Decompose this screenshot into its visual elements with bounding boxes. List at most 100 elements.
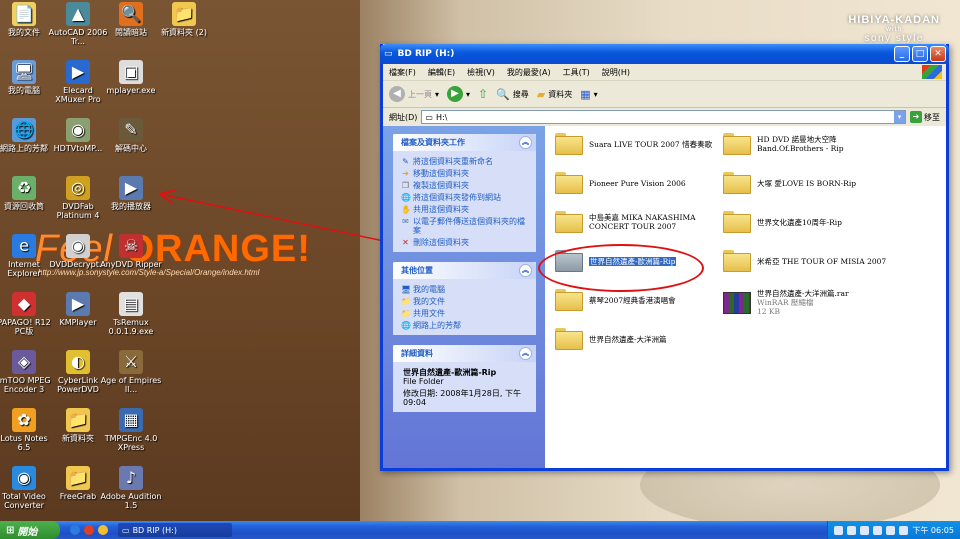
folder-icon: 📁 bbox=[172, 2, 196, 26]
audition-icon: ♪ bbox=[119, 466, 143, 490]
go-button[interactable]: ➔ 移至 bbox=[910, 111, 946, 123]
details-panel: 詳細資料 ︽ 世界自然遺產-歐洲篇-Rip File Folder 修改日期: 2… bbox=[393, 345, 536, 412]
desktop-icon[interactable]: ⚔ Age of Empires II... bbox=[100, 350, 162, 394]
details-name: 世界自然遺產-歐洲篇-Rip bbox=[403, 368, 497, 377]
ie-quicklaunch-icon[interactable] bbox=[70, 525, 80, 535]
views-button[interactable]: ▦ ▾ bbox=[580, 88, 597, 101]
desktop-icon-label: 我的電腦 bbox=[8, 86, 40, 95]
desktop-icon[interactable]: ▣ mplayer.exe bbox=[100, 60, 162, 95]
file-item[interactable]: 蔡琴2007經典香港演唱會 bbox=[555, 289, 729, 311]
app-quicklaunch-icon[interactable] bbox=[98, 525, 108, 535]
folders-label: 資料夾 bbox=[548, 89, 573, 99]
address-dropdown[interactable]: ▾ bbox=[894, 111, 905, 123]
title-bar[interactable]: ▭ BD RIP (H:) _ □ ✕ bbox=[380, 44, 949, 64]
file-item[interactable]: Suara LIVE TOUR 2007 惜春奏歌 bbox=[555, 133, 729, 155]
place-link-label: 共用文件 bbox=[413, 309, 445, 318]
toolbar: ◀ 上一頁 ▾ ▶ ▾ ⇧ 🔍 搜尋 ▰ 資料夾 ▦ ▾ bbox=[383, 81, 946, 108]
folder-icon bbox=[723, 172, 751, 194]
close-button[interactable]: ✕ bbox=[930, 46, 946, 62]
task-link-icon: ➔ bbox=[402, 169, 409, 178]
brand-line2: with bbox=[885, 26, 903, 33]
collapse-chevron-icon[interactable]: ︽ bbox=[519, 264, 532, 277]
forward-button[interactable]: ▶ ▾ bbox=[447, 86, 470, 102]
tsremux-icon: ▤ bbox=[119, 292, 143, 316]
windows-flag-icon: ⊞ bbox=[6, 524, 15, 536]
desktop-icon[interactable]: ✎ 解碼中心 bbox=[100, 118, 162, 153]
desktop-icon-label: CyberLink PowerDVD bbox=[57, 376, 99, 394]
file-name: HD DVD 諾曼地大空降 Band.Of.Brothers - Rip bbox=[757, 135, 844, 153]
task-link-icon: ❐ bbox=[401, 181, 410, 190]
search-label: 搜尋 bbox=[512, 89, 529, 99]
place-link-icon: 📁 bbox=[401, 309, 411, 318]
tray-icon-2[interactable] bbox=[847, 525, 857, 535]
file-name: 米希亞 THE TOUR OF MISIA 2007 bbox=[757, 256, 887, 266]
file-tasks-title: 檔案及資料夾工作 bbox=[401, 138, 465, 147]
menu-tools[interactable]: 工具(T) bbox=[563, 67, 590, 78]
tray-icon-5[interactable] bbox=[886, 525, 896, 535]
tray-icon-4[interactable] bbox=[873, 525, 883, 535]
place-link[interactable]: 🌐 網路上的芳鄰 bbox=[393, 319, 536, 331]
tray-icon-6[interactable] bbox=[899, 525, 909, 535]
desktop-icon[interactable]: ♪ Adobe Audition 1.5 bbox=[100, 466, 162, 510]
menu-view[interactable]: 檢視(V) bbox=[467, 67, 495, 78]
file-name: 中島美嘉 MIKA NAKASHIMA CONCERT TOUR 2007 bbox=[589, 213, 696, 231]
task-button-bdrip[interactable]: ▭ BD RIP (H:) bbox=[118, 523, 232, 537]
file-item[interactable]: Pioneer Pure Vision 2006 bbox=[555, 172, 729, 194]
desktop-icon[interactable]: 📁 新資料夾 (2) bbox=[153, 2, 215, 37]
other-places-title: 其他位置 bbox=[401, 266, 433, 275]
file-item[interactable]: 世界自然遺產-大洋洲篇.rar WinRAR 壓縮檔 12 KB bbox=[723, 289, 897, 316]
media-quicklaunch-icon[interactable] bbox=[84, 525, 94, 535]
desktop-icon-label: 閱讀暗站 bbox=[115, 28, 147, 37]
task-link[interactable]: ❐ 複製這個資料夾 bbox=[393, 179, 536, 191]
menu-help[interactable]: 說明(H) bbox=[602, 67, 630, 78]
address-input[interactable]: ▭ H:\ ▾ bbox=[421, 110, 906, 124]
search-button[interactable]: 🔍 搜尋 bbox=[496, 88, 529, 101]
tray-icon-3[interactable] bbox=[860, 525, 870, 535]
minimize-button[interactable]: _ bbox=[894, 46, 910, 62]
task-link[interactable]: ✉ 以電子郵件傳送這個資料夾的檔案 bbox=[393, 215, 536, 236]
folders-button[interactable]: ▰ 資料夾 bbox=[537, 88, 572, 101]
menu-file[interactable]: 檔案(F) bbox=[389, 67, 416, 78]
place-link[interactable]: 🖥 我的電腦 bbox=[393, 283, 536, 295]
up-folder-button[interactable]: ⇧ bbox=[478, 87, 488, 101]
collapse-chevron-icon[interactable]: ︽ bbox=[519, 136, 532, 149]
file-item[interactable]: HD DVD 諾曼地大空降 Band.Of.Brothers - Rip bbox=[723, 133, 897, 155]
task-link[interactable]: ✎ 將這個資料夾重新命名 bbox=[393, 155, 536, 167]
task-link-icon: ✉ bbox=[402, 217, 409, 226]
file-item[interactable]: 中島美嘉 MIKA NAKASHIMA CONCERT TOUR 2007 bbox=[555, 211, 729, 233]
task-link-label: 將這個資料夾發佈到網站 bbox=[413, 193, 501, 202]
menu-favorites[interactable]: 我的最愛(A) bbox=[507, 67, 551, 78]
place-link[interactable]: 📁 我的文件 bbox=[393, 295, 536, 307]
reader-icon: 🔍 bbox=[119, 2, 143, 26]
desktop-icon[interactable]: ▦ TMPGEnc 4.0 XPress bbox=[100, 408, 162, 452]
file-name: Suara LIVE TOUR 2007 惜春奏歌 bbox=[589, 139, 713, 149]
file-item[interactable]: 大塚 愛LOVE IS BORN-Rip bbox=[723, 172, 897, 194]
task-link[interactable]: ➔ 移動這個資料夾 bbox=[393, 167, 536, 179]
menu-edit[interactable]: 編輯(E) bbox=[428, 67, 455, 78]
desktop-icon-label: TMPGEnc 4.0 XPress bbox=[104, 434, 158, 452]
tmpgenc-icon: ▦ bbox=[119, 408, 143, 432]
task-link[interactable]: 🌐 將這個資料夾發佈到網站 bbox=[393, 191, 536, 203]
maximize-button[interactable]: □ bbox=[912, 46, 928, 62]
file-item[interactable]: 世界自然遺產-大洋洲篇 bbox=[555, 328, 729, 350]
file-item[interactable]: 世界文化遺產10周年-Rip bbox=[723, 211, 897, 233]
system-tray: 下午 06:05 bbox=[827, 521, 960, 539]
desktop-icon-label: DVDDecrypt... bbox=[49, 260, 107, 269]
place-link[interactable]: 📁 共用文件 bbox=[393, 307, 536, 319]
task-link-label: 刪除這個資料夾 bbox=[413, 238, 469, 247]
forward-arrow-icon: ▶ bbox=[447, 86, 464, 102]
task-link[interactable]: ✕ 刪除這個資料夾 bbox=[393, 236, 536, 248]
recycle-bin-icon: ♻ bbox=[12, 176, 36, 200]
back-button[interactable]: ◀ 上一頁 ▾ bbox=[389, 86, 439, 102]
file-item[interactable]: 米希亞 THE TOUR OF MISIA 2007 bbox=[723, 250, 897, 272]
start-button[interactable]: ⊞ 開始 bbox=[0, 521, 60, 539]
desktop-icon[interactable]: ▤ TsRemux 0.0.1.9.exe bbox=[100, 292, 162, 336]
details-header[interactable]: 詳細資料 ︽ bbox=[393, 345, 536, 362]
collapse-chevron-icon[interactable]: ︽ bbox=[519, 347, 532, 360]
tray-icon-1[interactable] bbox=[834, 525, 844, 535]
file-tasks-header[interactable]: 檔案及資料夾工作 ︽ bbox=[393, 134, 536, 151]
other-places-header[interactable]: 其他位置 ︽ bbox=[393, 262, 536, 279]
task-link[interactable]: ✋ 共用這個資料夾 bbox=[393, 203, 536, 215]
desktop-icon-label: 新資料夾 bbox=[62, 434, 94, 443]
go-label: 移至 bbox=[924, 112, 940, 122]
